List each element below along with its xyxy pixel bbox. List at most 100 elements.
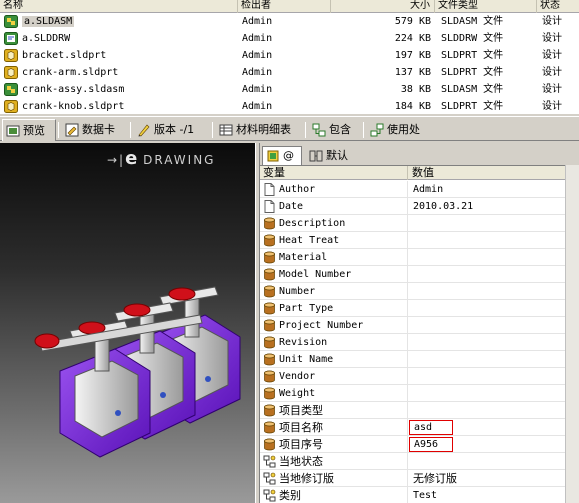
configuration-tabs: @ 默认 bbox=[260, 143, 579, 165]
property-value[interactable]: asd bbox=[409, 420, 453, 435]
property-name: Weight bbox=[260, 385, 408, 402]
file-type: SLDASM 文件 bbox=[441, 84, 504, 95]
property-row[interactable]: 类别 Test bbox=[260, 487, 565, 503]
property-value[interactable] bbox=[413, 266, 563, 283]
property-value[interactable] bbox=[413, 232, 563, 249]
property-row[interactable]: Part Type bbox=[260, 300, 565, 317]
part-icon bbox=[4, 49, 18, 62]
property-name: 项目序号 bbox=[260, 436, 408, 453]
property-row[interactable]: Heat Treat bbox=[260, 232, 565, 249]
property-row[interactable]: 项目名称 asd bbox=[260, 419, 565, 436]
file-list-row[interactable]: crank-assy.sldasm Admin 38 KB SLDASM 文件 设计 bbox=[0, 81, 579, 98]
property-value[interactable] bbox=[413, 215, 563, 232]
column-header-checked-out-by[interactable]: 检出者 bbox=[238, 0, 331, 13]
property-value[interactable] bbox=[413, 317, 563, 334]
contains-icon bbox=[312, 123, 326, 137]
properties-pane: @ 默认 变量 数值 Author Admin Date 2010.03.21 Desc… bbox=[260, 143, 579, 503]
column-header-variable[interactable]: 变量 bbox=[260, 166, 408, 180]
property-name: Project Number bbox=[260, 317, 408, 334]
file-size: 184 KB bbox=[394, 101, 431, 112]
tab-bar: 预览 数据卡 版本 -/1 材料明细表 包含 使用处 bbox=[0, 116, 579, 141]
property-row[interactable]: Project Number bbox=[260, 317, 565, 334]
bom-icon bbox=[219, 124, 233, 136]
property-row[interactable]: 项目序号 A956 bbox=[260, 436, 565, 453]
properties-scrollbar[interactable] bbox=[565, 165, 579, 503]
property-name: 当地状态 bbox=[260, 453, 408, 470]
file-list-row[interactable]: bracket.sldprt Admin 197 KB SLDPRT 文件 设计 bbox=[0, 47, 579, 64]
file-checked-out-by: Admin bbox=[242, 67, 273, 78]
property-row[interactable]: Unit Name bbox=[260, 351, 565, 368]
column-header-size[interactable]: 大小 bbox=[331, 0, 435, 13]
tab-contains[interactable]: 包含 bbox=[309, 119, 361, 141]
property-name: Revision bbox=[260, 334, 408, 351]
property-row[interactable]: Vendor bbox=[260, 368, 565, 385]
property-value[interactable] bbox=[413, 402, 563, 419]
property-value[interactable] bbox=[413, 249, 563, 266]
tab-where-used[interactable]: 使用处 bbox=[367, 119, 431, 141]
property-row[interactable]: Model Number bbox=[260, 266, 565, 283]
file-list-row[interactable]: a.SLDASM Admin 579 KB SLDASM 文件 设计 bbox=[0, 13, 579, 30]
property-row[interactable]: Weight bbox=[260, 385, 565, 402]
config-tab-default[interactable]: 默认 bbox=[306, 147, 366, 165]
property-row[interactable]: 项目类型 bbox=[260, 402, 565, 419]
tab-label: 使用处 bbox=[387, 123, 420, 136]
property-value[interactable]: A956 bbox=[409, 437, 453, 452]
property-row[interactable]: Material bbox=[260, 249, 565, 266]
tab-label: 包含 bbox=[329, 123, 351, 136]
property-value[interactable]: Test bbox=[413, 487, 563, 503]
preview-pane[interactable]: →|e DRAWING bbox=[0, 143, 255, 503]
file-size: 579 KB bbox=[394, 16, 431, 27]
preview-icon bbox=[6, 125, 20, 137]
file-size: 224 KB bbox=[394, 33, 431, 44]
file-name: a.SLDASM bbox=[22, 16, 75, 27]
property-name: 当地修订版 bbox=[260, 470, 408, 487]
property-value[interactable]: 无修订版 bbox=[413, 470, 563, 487]
config-tab-label: 默认 bbox=[326, 149, 348, 162]
config-tab-label: @ bbox=[283, 149, 294, 162]
file-state: 设计 bbox=[542, 33, 562, 44]
config-tab-at[interactable]: @ bbox=[262, 146, 302, 165]
property-row[interactable]: Revision bbox=[260, 334, 565, 351]
property-name: Number bbox=[260, 283, 408, 300]
file-type: SLDPRT 文件 bbox=[441, 50, 504, 61]
property-name: 项目名称 bbox=[260, 419, 408, 436]
file-list-row[interactable]: crank-arm.sldprt Admin 137 KB SLDPRT 文件 设计 bbox=[0, 64, 579, 81]
column-header-type[interactable]: 文件类型 bbox=[435, 0, 537, 13]
property-row[interactable]: Date 2010.03.21 bbox=[260, 198, 565, 215]
properties-table[interactable]: 变量 数值 Author Admin Date 2010.03.21 Descripti… bbox=[260, 165, 565, 503]
tab-version[interactable]: 版本 -/1 bbox=[134, 119, 210, 141]
property-row[interactable]: Description bbox=[260, 215, 565, 232]
column-header-state[interactable]: 状态 bbox=[537, 0, 579, 13]
property-value[interactable] bbox=[413, 453, 563, 470]
property-row[interactable]: Author Admin bbox=[260, 181, 565, 198]
file-list-row[interactable]: crank-knob.sldprt Admin 184 KB SLDPRT 文件 设计 bbox=[0, 98, 579, 114]
property-value[interactable] bbox=[413, 385, 563, 402]
file-name: bracket.sldprt bbox=[22, 50, 107, 61]
property-value[interactable] bbox=[413, 334, 563, 351]
property-name: Date bbox=[260, 198, 408, 215]
properties-header: 变量 数值 bbox=[260, 166, 565, 180]
property-value[interactable] bbox=[413, 300, 563, 317]
property-row[interactable]: 当地修订版 无修订版 bbox=[260, 470, 565, 487]
file-type: SLDDRW 文件 bbox=[441, 33, 504, 44]
column-header-value[interactable]: 数值 bbox=[408, 166, 565, 180]
property-value[interactable] bbox=[413, 283, 563, 300]
tab-datacard[interactable]: 数据卡 bbox=[62, 119, 128, 141]
file-list[interactable]: 名称 检出者 大小 文件类型 状态 a.SLDASM Admin 579 KB SLD… bbox=[0, 0, 579, 114]
column-header-name[interactable]: 名称 bbox=[0, 0, 238, 13]
property-value[interactable] bbox=[413, 351, 563, 368]
property-value[interactable]: Admin bbox=[413, 181, 563, 198]
file-list-row[interactable]: a.SLDDRW Admin 224 KB SLDDRW 文件 设计 bbox=[0, 30, 579, 47]
property-row[interactable]: Number bbox=[260, 283, 565, 300]
property-value[interactable]: 2010.03.21 bbox=[413, 198, 563, 215]
property-name: Unit Name bbox=[260, 351, 408, 368]
tab-bom[interactable]: 材料明细表 bbox=[216, 119, 302, 141]
property-value[interactable] bbox=[413, 368, 563, 385]
version-icon bbox=[138, 124, 150, 137]
property-row[interactable]: 当地状态 bbox=[260, 453, 565, 470]
file-type: SLDASM 文件 bbox=[441, 16, 504, 27]
property-name: Description bbox=[260, 215, 408, 232]
where-used-icon bbox=[370, 123, 384, 137]
tab-preview[interactable]: 预览 bbox=[2, 119, 56, 141]
file-checked-out-by: Admin bbox=[242, 16, 273, 27]
